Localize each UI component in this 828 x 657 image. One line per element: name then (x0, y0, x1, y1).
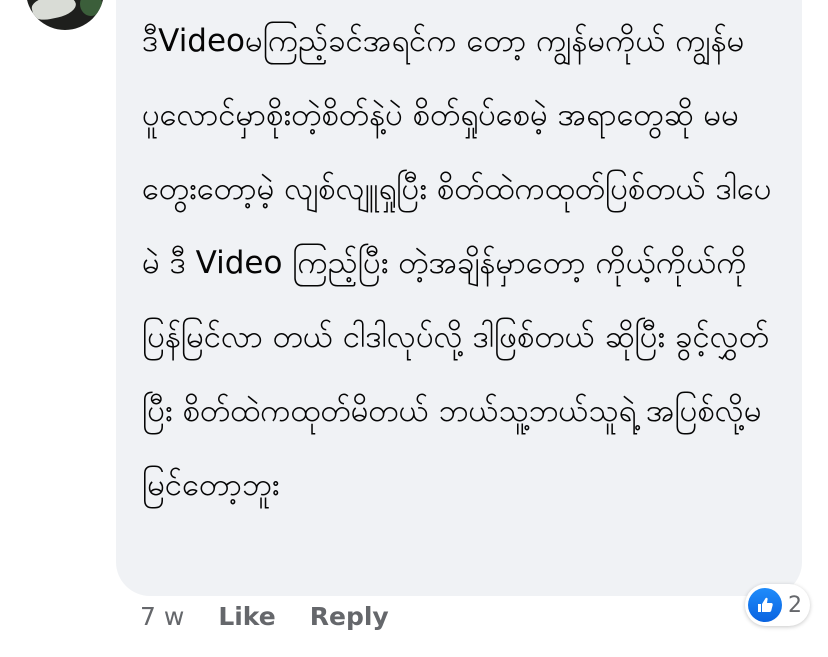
avatar[interactable] (26, 0, 104, 30)
reply-button[interactable]: Reply (310, 602, 389, 631)
comment-meta: 7 w Like Reply (140, 598, 423, 634)
avatar-image-detail (30, 0, 78, 23)
like-thumb-icon (748, 588, 782, 622)
reaction-summary[interactable]: 2 (745, 584, 810, 626)
comment-bubble: ဒီVideoမကြည့်ခင်အရင်က တော့ ကျွန်မကိုယ် က… (116, 0, 802, 596)
like-thumb-icon-glyph (758, 597, 773, 612)
comment-thread: ဒီVideoမကြည့်ခင်အရင်က တော့ ကျွန်မကိုယ် က… (0, 0, 828, 657)
comment-text: ဒီVideoမကြည့်ခင်အရင်က တော့ ကျွန်မကိုယ် က… (142, 23, 772, 503)
reaction-count: 2 (788, 592, 802, 618)
avatar-image-detail-green (80, 0, 102, 16)
comment-timestamp[interactable]: 7 w (140, 602, 184, 631)
like-button[interactable]: Like (218, 602, 275, 631)
